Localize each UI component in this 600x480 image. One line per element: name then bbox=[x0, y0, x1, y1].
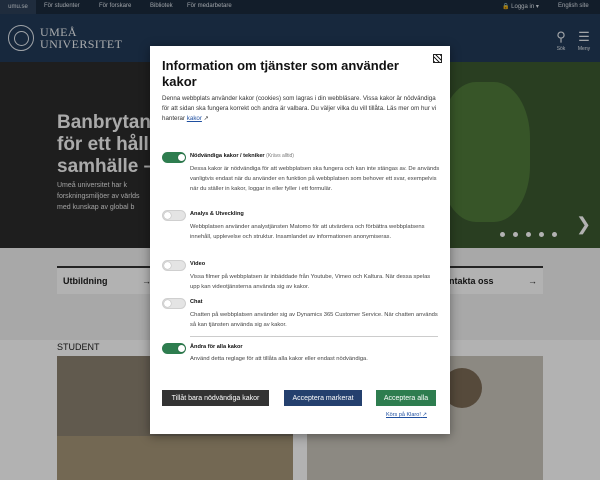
toggle-chat[interactable] bbox=[162, 298, 186, 309]
toggle-analytics[interactable] bbox=[162, 210, 186, 221]
option-title: Chat bbox=[190, 299, 203, 305]
dialog-title: Information om tjänster som använder kak… bbox=[162, 58, 399, 89]
toggle-all[interactable] bbox=[162, 343, 186, 354]
accept-all-button[interactable]: Acceptera alla bbox=[376, 390, 436, 406]
qr-code-icon bbox=[433, 54, 442, 63]
toggle-video[interactable] bbox=[162, 260, 186, 271]
option-description: Chatten på webbplatsen använder sig av D… bbox=[190, 312, 438, 328]
external-link-icon: ↗ bbox=[422, 412, 427, 418]
option-description: Använd detta reglage för att tillåta all… bbox=[190, 356, 368, 362]
klaro-link[interactable]: Körs på Klaro! ↗ bbox=[386, 412, 427, 418]
toggle-necessary[interactable] bbox=[162, 152, 186, 163]
external-link-icon: ↗ bbox=[203, 115, 209, 122]
option-title-text: Nödvändiga kakor / tekniker bbox=[190, 153, 265, 159]
cookie-consent-dialog: Information om tjänster som använder kak… bbox=[150, 46, 450, 434]
option-required-note: (Krävs alltid) bbox=[266, 153, 294, 159]
option-description: Dessa kakor är nödvändiga för att webbpl… bbox=[190, 166, 440, 192]
option-description: Webbplatsen använder analystjänsten Mato… bbox=[190, 224, 425, 240]
option-title: Nödvändiga kakor / tekniker (Krävs allti… bbox=[190, 153, 294, 159]
option-title: Analys & Utveckling bbox=[190, 211, 244, 217]
options-divider bbox=[190, 336, 438, 337]
option-title: Video bbox=[190, 261, 206, 267]
klaro-link-label: Körs på Klaro! bbox=[386, 412, 421, 418]
allow-necessary-button[interactable]: Tillåt bara nödvändiga kakor bbox=[162, 390, 269, 406]
cookies-info-link[interactable]: kakor bbox=[187, 115, 202, 122]
dialog-intro: Denna webbplats använder kakor (cookies)… bbox=[162, 94, 440, 124]
option-title: Ändra för alla kakor bbox=[190, 344, 243, 350]
option-description: Vissa filmer på webbplatsen är inbäddade… bbox=[190, 274, 431, 290]
accept-selected-button[interactable]: Acceptera markerat bbox=[284, 390, 362, 406]
